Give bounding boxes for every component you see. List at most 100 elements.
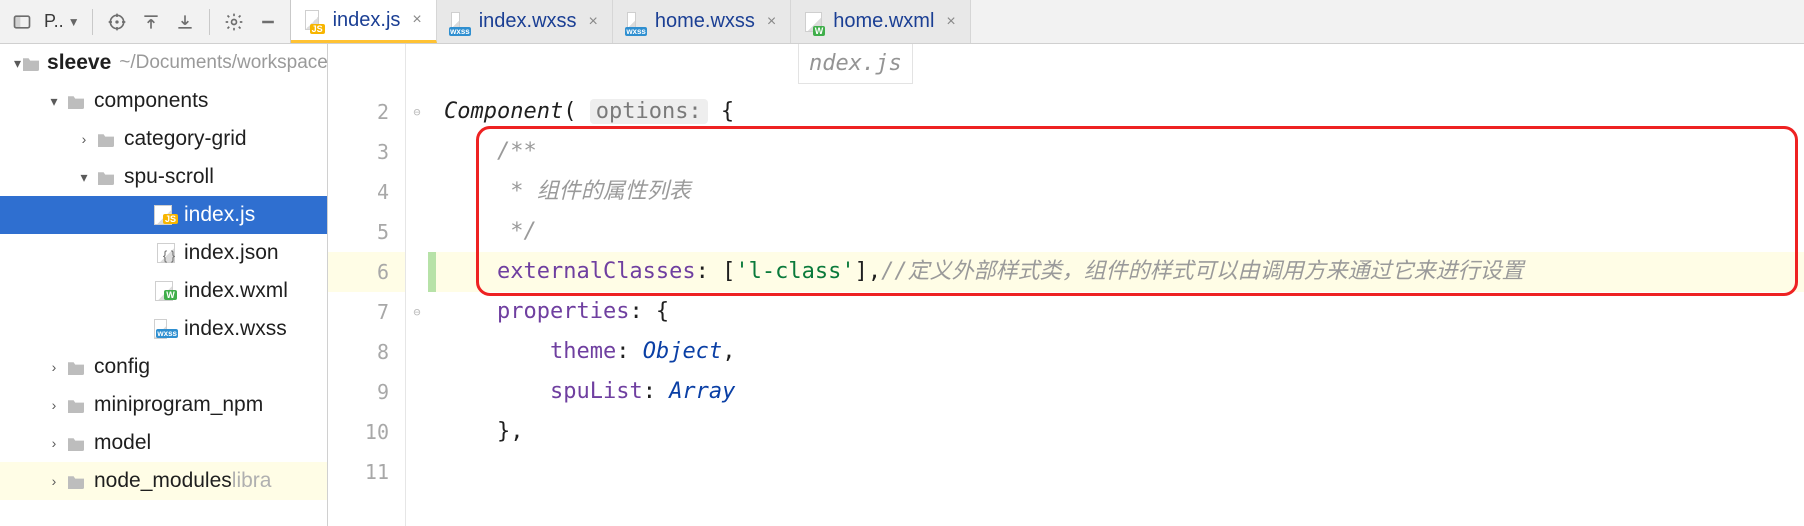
code-token-comment: * 组件的属性列表 xyxy=(497,179,691,204)
code-line[interactable]: externalClasses: ['l-class'],//定义外部样式类，组… xyxy=(436,252,1804,292)
vcs-change-marker xyxy=(428,252,436,292)
code-token-plain: : [ xyxy=(696,259,736,284)
tree-folder[interactable]: ▾ spu-scroll xyxy=(0,158,327,196)
folder-icon xyxy=(64,433,88,453)
json-file-icon: { } xyxy=(154,243,178,263)
line-number[interactable]: 7 xyxy=(328,292,405,332)
tree-root-path: ~/Documents/workspace/java_full_stack/st… xyxy=(119,52,328,74)
code-body[interactable]: Component( options: { /** * 组件的属性列表 */ e… xyxy=(436,44,1804,526)
fold-marker[interactable] xyxy=(406,372,428,412)
project-tool-window-icon[interactable] xyxy=(10,10,34,34)
vcs-change-marker xyxy=(428,372,436,412)
chevron-right-icon[interactable]: › xyxy=(44,473,64,489)
code-line[interactable]: /** xyxy=(436,132,1804,172)
tree-file[interactable]: JSindex.js xyxy=(0,196,327,234)
code-line[interactable]: }, xyxy=(436,412,1804,452)
line-number[interactable]: 11 xyxy=(328,452,405,492)
editor-tab[interactable]: wxssindex.wxss× xyxy=(437,0,613,43)
align-top-icon[interactable] xyxy=(139,10,163,34)
align-bottom-icon[interactable] xyxy=(173,10,197,34)
tree-file[interactable]: { }index.json xyxy=(0,234,327,272)
toolbar-left: P.. ▼ xyxy=(0,0,290,43)
line-number[interactable]: 3 xyxy=(328,132,405,172)
line-number[interactable]: 10 xyxy=(328,412,405,452)
editor-tab[interactable]: Whome.wxml× xyxy=(791,0,970,43)
editor-tab[interactable]: JSindex.js× xyxy=(291,0,437,43)
line-number[interactable]: 9 xyxy=(328,372,405,412)
code-token-type: Object xyxy=(643,339,722,364)
chevron-down-icon: ▼ xyxy=(68,15,80,29)
wxss-file-icon: wxss xyxy=(627,12,647,32)
line-number[interactable]: 5 xyxy=(328,212,405,252)
fold-marker[interactable]: ⊖ xyxy=(406,292,428,332)
tab-label: home.wxss xyxy=(655,10,755,33)
chevron-right-icon[interactable]: › xyxy=(74,131,94,147)
code-line[interactable]: * 组件的属性列表 xyxy=(436,172,1804,212)
fold-marker[interactable] xyxy=(406,452,428,492)
fold-marker[interactable]: ⊖ xyxy=(406,92,428,132)
fold-column[interactable]: ⊖⊖ xyxy=(406,44,428,526)
chevron-right-icon[interactable]: › xyxy=(44,435,64,451)
code-line[interactable]: theme: Object, xyxy=(436,332,1804,372)
tree-item-label: spu-scroll xyxy=(124,165,214,189)
tree-item-label: node_modules xyxy=(94,469,232,493)
tab-label: home.wxml xyxy=(833,10,934,33)
tab-label: index.wxss xyxy=(479,10,577,33)
line-number[interactable]: 8 xyxy=(328,332,405,372)
project-selector-label: P.. xyxy=(44,11,64,32)
code-line[interactable]: spuList: Array xyxy=(436,372,1804,412)
editor-tab[interactable]: wxss home.wxss × xyxy=(613,0,791,43)
fold-marker[interactable] xyxy=(406,172,428,212)
fold-marker[interactable] xyxy=(406,212,428,252)
fold-marker[interactable] xyxy=(406,412,428,452)
fold-marker[interactable] xyxy=(406,132,428,172)
tree-folder[interactable]: ›miniprogram_npm xyxy=(0,386,327,424)
chevron-down-icon[interactable]: ▾ xyxy=(44,93,64,110)
chevron-right-icon[interactable]: › xyxy=(44,397,64,413)
tree-folder[interactable]: ›category-grid xyxy=(0,120,327,158)
project-selector[interactable]: P.. ▼ xyxy=(44,11,80,32)
chevron-down-icon: ▾ xyxy=(14,55,21,72)
tree-folder[interactable]: ›config xyxy=(0,348,327,386)
fold-marker[interactable] xyxy=(406,252,428,292)
close-icon[interactable]: × xyxy=(412,11,421,29)
code-token-ident: Component xyxy=(444,99,563,124)
code-token-comment: */ xyxy=(497,219,537,244)
folder-icon xyxy=(64,91,88,111)
gear-icon[interactable] xyxy=(222,10,246,34)
close-icon[interactable]: × xyxy=(946,13,955,31)
line-number[interactable]: 4 xyxy=(328,172,405,212)
line-gutter[interactable]: 234567891011 xyxy=(328,44,406,526)
code-token-param: options: xyxy=(590,99,708,124)
code-line[interactable] xyxy=(436,452,1804,492)
code-line[interactable]: */ xyxy=(436,212,1804,252)
folder-icon xyxy=(64,395,88,415)
tree-folder[interactable]: ›node_modules libra xyxy=(0,462,327,500)
tree-folder[interactable]: ›model xyxy=(0,424,327,462)
fold-marker[interactable] xyxy=(406,332,428,372)
code-line[interactable]: properties: { xyxy=(436,292,1804,332)
tree-root[interactable]: ▾ sleeve ~/Documents/workspace/java_full… xyxy=(0,44,327,82)
tree-file[interactable]: Windex.wxml xyxy=(0,272,327,310)
folder-icon xyxy=(64,471,88,491)
chevron-down-icon[interactable]: ▾ xyxy=(74,169,94,186)
close-icon[interactable]: × xyxy=(589,13,598,31)
code-token-str: 'l-class' xyxy=(735,259,854,284)
code-line[interactable]: Component( options: { xyxy=(436,92,1804,132)
chevron-right-icon[interactable]: › xyxy=(44,359,64,375)
breadcrumb-overlay: ndex.js xyxy=(798,44,913,84)
line-number[interactable]: 2 xyxy=(328,92,405,132)
line-number[interactable]: 6 xyxy=(328,252,405,292)
separator xyxy=(209,9,210,35)
code-token-prop: properties xyxy=(497,299,629,324)
tree-file[interactable]: wxssindex.wxss xyxy=(0,310,327,348)
project-tree[interactable]: ▾ sleeve ~/Documents/workspace/java_full… xyxy=(0,44,328,526)
close-icon[interactable]: × xyxy=(767,13,776,31)
target-icon[interactable] xyxy=(105,10,129,34)
code-token-prop: externalClasses xyxy=(497,259,696,284)
code-editor[interactable]: ndex.js 234567891011 ⊖⊖ Component( optio… xyxy=(328,44,1804,526)
vcs-change-marker xyxy=(428,92,436,132)
tree-item-label: components xyxy=(94,89,208,113)
tree-folder[interactable]: ▾ components xyxy=(0,82,327,120)
collapse-icon[interactable] xyxy=(256,10,280,34)
